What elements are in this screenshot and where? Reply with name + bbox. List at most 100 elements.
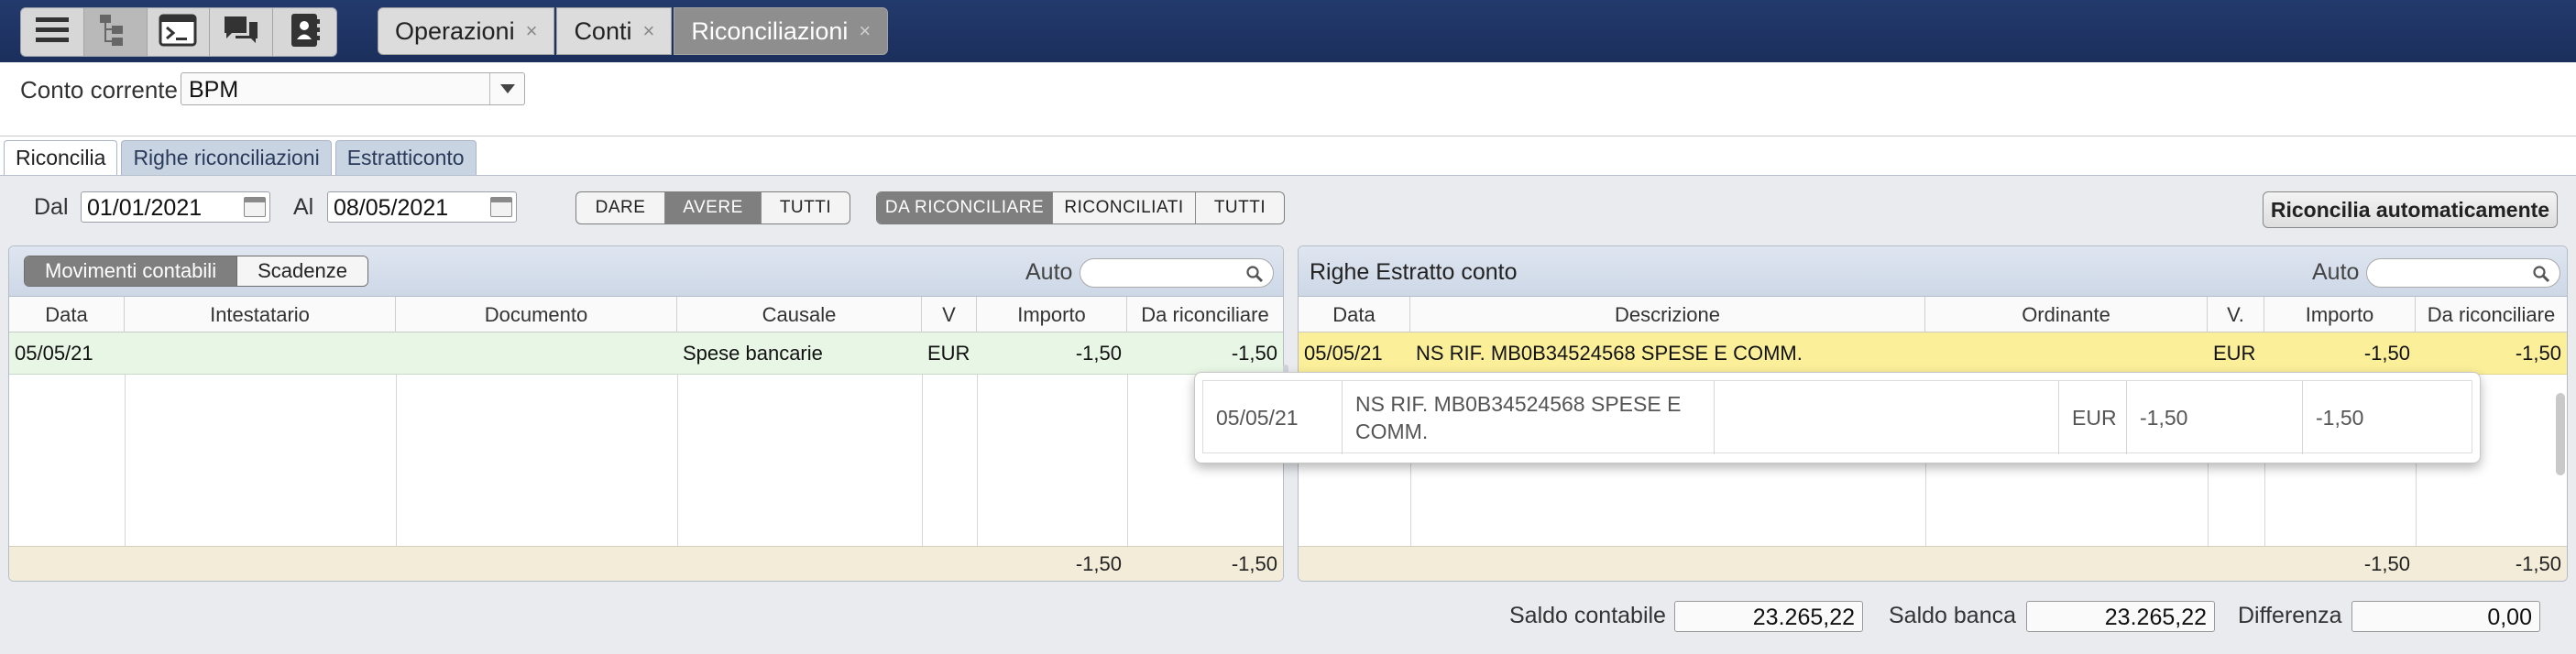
table-header: Data Intestatario Documento Causale V Im… xyxy=(9,297,1283,332)
from-label: Dal xyxy=(34,194,69,220)
calendar-icon[interactable] xyxy=(490,197,512,217)
cell-importo: -1,50 xyxy=(2363,342,2410,365)
panel-header: Righe Estratto conto Auto xyxy=(1299,246,2567,297)
col-valuta[interactable]: V xyxy=(922,297,977,332)
saldo-banca-value: 23.265,22 xyxy=(2026,601,2215,632)
top-bar: Operazioni × Conti × Riconciliazioni × xyxy=(0,0,2576,62)
cell-documento xyxy=(396,332,677,375)
chevron-down-icon[interactable] xyxy=(489,73,524,104)
cell-intestatario xyxy=(125,332,396,375)
table-header: Data Descrizione Ordinante V. Importo Da… xyxy=(1299,297,2567,332)
differenza-label: Differenza xyxy=(2238,603,2342,628)
col-da-riconciliare[interactable]: Da riconciliare xyxy=(1127,297,1283,332)
col-data[interactable]: Data xyxy=(9,297,125,332)
panel-title: Righe Estratto conto xyxy=(1310,259,1518,285)
drag-preview: 05/05/21 NS RIF. MB0B34524568 SPESE E CO… xyxy=(1194,372,2481,463)
total-importo: -1,50 xyxy=(2363,552,2410,575)
chat-icon xyxy=(221,13,261,52)
col-ordinante[interactable]: Ordinante xyxy=(1925,297,2208,332)
calendar-icon[interactable] xyxy=(244,197,266,217)
search-icon xyxy=(2533,266,2550,283)
totals-row: -1,50 -1,50 xyxy=(1299,546,2567,581)
preview-importo: -1,50 xyxy=(2127,381,2303,454)
tree-icon xyxy=(97,13,134,52)
scrollbar[interactable] xyxy=(2556,393,2565,475)
col-intestatario[interactable]: Intestatario xyxy=(125,297,396,332)
document-tabs: Operazioni × Conti × Riconciliazioni × xyxy=(378,7,890,55)
tab-righe-riconciliazioni[interactable]: Righe riconciliazioni xyxy=(121,140,332,175)
to-date-input[interactable]: 08/05/2021 xyxy=(327,191,517,223)
preview-ordinante xyxy=(1715,381,2059,454)
movements-segment: Movimenti contabili Scadenze xyxy=(24,256,368,287)
cell-descrizione: NS RIF. MB0B34524568 SPESE E COMM. xyxy=(1416,342,1803,365)
toolbar-group xyxy=(20,7,337,57)
menu-icon xyxy=(34,15,71,50)
col-da-riconciliare[interactable]: Da riconciliare xyxy=(2416,297,2567,332)
cell-data: 05/05/21 xyxy=(15,342,93,365)
from-date-input[interactable]: 01/01/2021 xyxy=(81,191,270,223)
chat-button[interactable] xyxy=(210,8,274,56)
cell-importo: -1,50 xyxy=(1075,342,1122,365)
table-row[interactable]: 05/05/21 NS RIF. MB0B34524568 SPESE E CO… xyxy=(1299,332,2567,375)
preview-data: 05/05/21 xyxy=(1203,381,1343,454)
search-input[interactable] xyxy=(1080,258,1274,288)
search-input[interactable] xyxy=(2366,258,2560,288)
status-tutti[interactable]: Tutti xyxy=(1196,192,1284,223)
cell-da-riconciliare: -1,50 xyxy=(2515,342,2561,365)
status-da-riconciliare[interactable]: Da riconciliare xyxy=(877,192,1053,223)
contacts-button[interactable] xyxy=(273,8,336,56)
differenza-value: 0,00 xyxy=(2351,601,2540,632)
segment-movimenti-contabili[interactable]: Movimenti contabili xyxy=(25,256,238,286)
col-importo[interactable]: Importo xyxy=(977,297,1127,332)
auto-reconcile-button[interactable]: Riconcilia automaticamente xyxy=(2263,191,2558,228)
cell-valuta: EUR xyxy=(2213,342,2256,365)
col-data[interactable]: Data xyxy=(1299,297,1410,332)
type-tutti[interactable]: Tutti xyxy=(762,192,850,223)
col-valuta[interactable]: V. xyxy=(2208,297,2264,332)
col-documento[interactable]: Documento xyxy=(396,297,677,332)
cell-da-riconciliare: -1,50 xyxy=(1231,342,1277,365)
type-avere[interactable]: Avere xyxy=(665,192,762,223)
account-select[interactable]: BPM xyxy=(181,72,525,105)
to-label: Al xyxy=(293,194,314,220)
status-filter: Da riconciliare Riconciliati Tutti xyxy=(876,191,1285,224)
tab-riconcilia[interactable]: Riconcilia xyxy=(4,140,118,175)
status-riconciliati[interactable]: Riconciliati xyxy=(1053,192,1196,223)
preview-descrizione: NS RIF. MB0B34524568 SPESE E COMM. xyxy=(1343,381,1715,454)
saldo-contabile-label: Saldo contabile xyxy=(1509,603,1666,628)
col-descrizione[interactable]: Descrizione xyxy=(1410,297,1925,332)
total-da-riconciliare: -1,50 xyxy=(2515,552,2561,575)
preview-da-riconciliare: -1,50 xyxy=(2316,406,2364,430)
close-icon[interactable]: × xyxy=(859,19,871,43)
table-row[interactable]: 05/05/21 Spese bancarie EUR -1,50 -1,50 xyxy=(9,332,1283,375)
auto-label: Auto xyxy=(2312,259,2360,285)
col-causale[interactable]: Causale xyxy=(677,297,922,332)
tab-conti[interactable]: Conti × xyxy=(556,7,673,55)
search-icon xyxy=(1246,266,1264,283)
total-importo: -1,50 xyxy=(1075,552,1122,575)
panel-header: Movimenti contabili Scadenze Auto xyxy=(9,246,1283,297)
cell-valuta: EUR xyxy=(927,342,970,365)
menu-button[interactable] xyxy=(21,8,84,56)
to-date-value: 08/05/2021 xyxy=(334,195,449,221)
tab-estratticonto[interactable]: Estratticonto xyxy=(334,140,477,175)
account-value: BPM xyxy=(189,77,239,103)
contacts-icon xyxy=(288,12,323,53)
tree-button[interactable] xyxy=(83,8,148,56)
tab-operazioni[interactable]: Operazioni × xyxy=(378,7,555,55)
col-importo[interactable]: Importo xyxy=(2264,297,2416,332)
from-date-value: 01/01/2021 xyxy=(87,195,203,221)
cell-ordinante xyxy=(1925,332,2208,375)
saldo-banca-label: Saldo banca xyxy=(1889,603,2017,628)
close-icon[interactable]: × xyxy=(642,19,654,43)
tab-label: Operazioni xyxy=(395,16,515,45)
type-filter: Dare Avere Tutti xyxy=(575,191,850,224)
accounting-movements-panel: Movimenti contabili Scadenze Auto Data I… xyxy=(8,245,1284,582)
type-dare[interactable]: Dare xyxy=(576,192,665,223)
auto-label: Auto xyxy=(1025,259,1073,285)
segment-scadenze[interactable]: Scadenze xyxy=(237,256,367,286)
tab-riconciliazioni[interactable]: Riconciliazioni × xyxy=(674,7,889,55)
cell-data: 05/05/21 xyxy=(1304,342,1383,365)
close-icon[interactable]: × xyxy=(526,19,538,43)
terminal-button[interactable] xyxy=(148,8,211,56)
